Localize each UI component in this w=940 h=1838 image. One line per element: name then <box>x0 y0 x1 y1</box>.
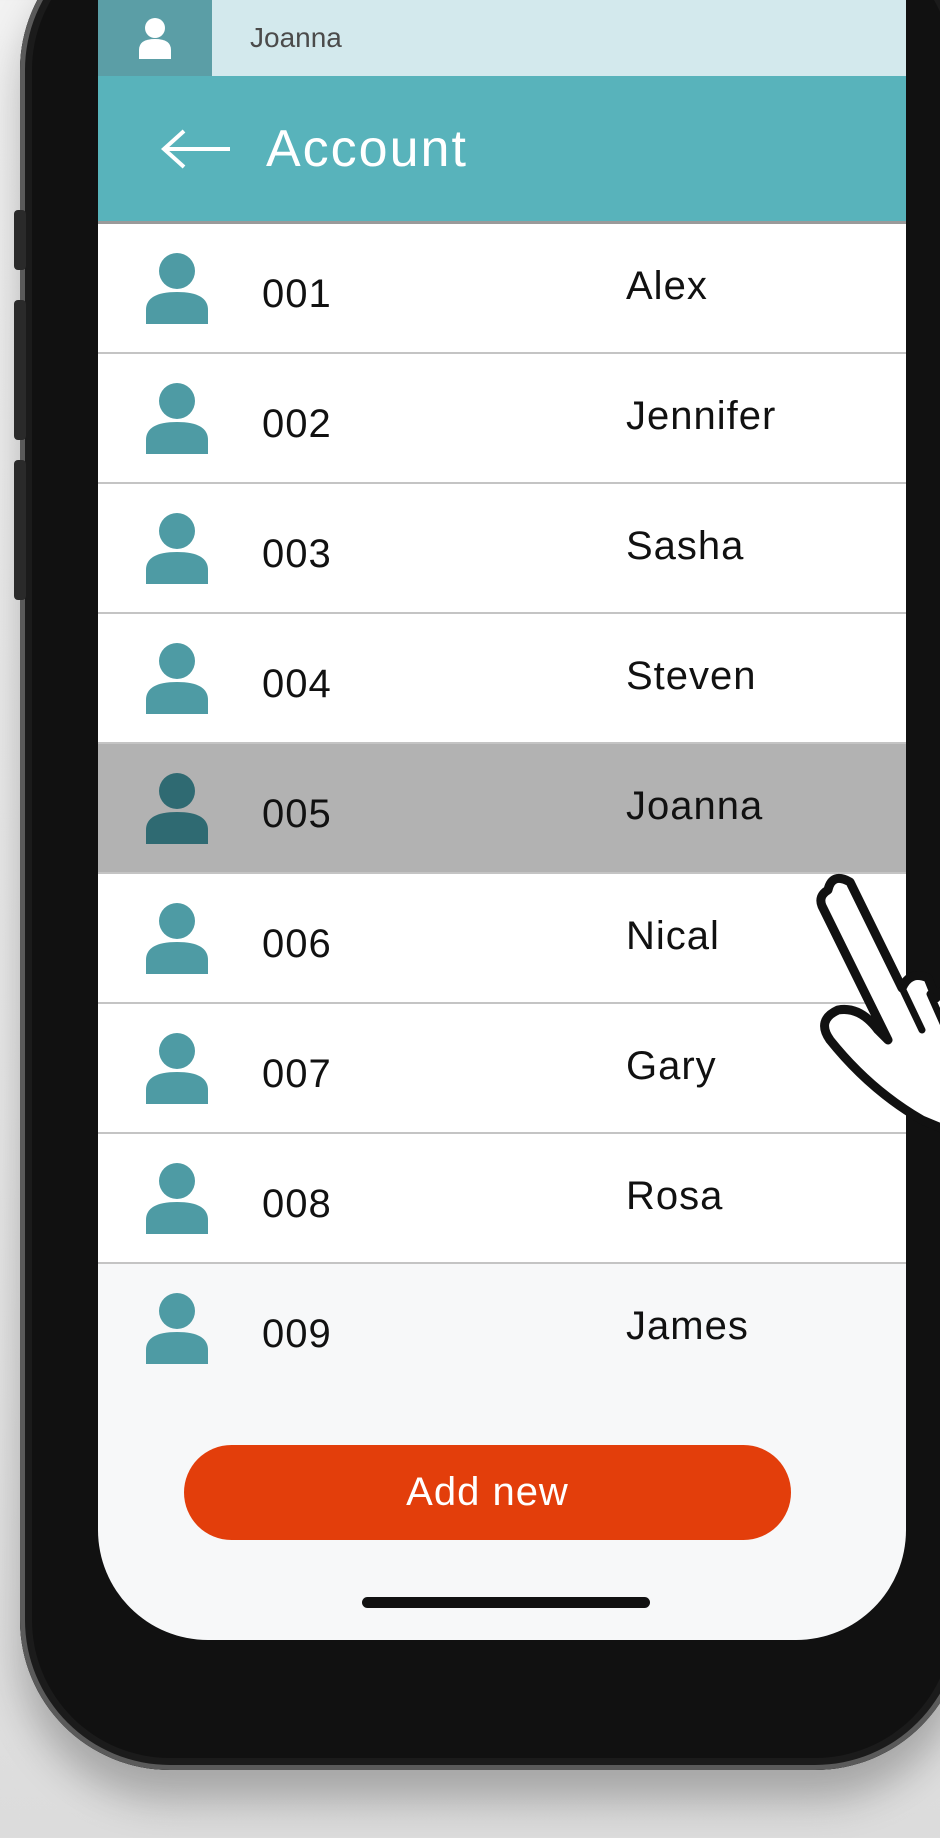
user-icon <box>146 383 208 454</box>
account-row[interactable]: 008 Rosa <box>98 1134 906 1264</box>
account-name: Joanna <box>626 784 764 828</box>
current-user-name: Joanna <box>250 22 342 53</box>
account-id: 006 <box>262 922 332 966</box>
account-name: James <box>626 1304 749 1348</box>
screen: Joanna Account 001 Alex 002 Jennifer 003… <box>98 0 906 1640</box>
account-row[interactable]: 001 Alex <box>98 224 906 354</box>
account-name: Steven <box>626 654 757 698</box>
account-row-selected[interactable]: 005 Joanna <box>98 744 906 874</box>
user-icon <box>146 1163 208 1234</box>
account-name: Jennifer <box>626 394 777 438</box>
account-row[interactable]: 004 Steven <box>98 614 906 744</box>
add-new-button[interactable]: Add new <box>184 1445 791 1540</box>
user-icon <box>146 903 208 974</box>
page-title: Account <box>266 119 468 178</box>
user-bar: Joanna <box>98 0 906 76</box>
user-icon <box>146 513 208 584</box>
home-indicator <box>362 1597 650 1608</box>
account-id: 005 <box>262 792 332 836</box>
user-icon <box>146 1033 208 1104</box>
account-name: Gary <box>626 1044 717 1088</box>
user-icon <box>146 643 208 714</box>
mute-switch <box>14 210 26 270</box>
user-icon <box>146 253 208 324</box>
account-id: 003 <box>262 532 332 576</box>
user-icon <box>146 1293 208 1364</box>
account-row[interactable]: 006 Nical <box>98 874 906 1004</box>
account-id: 008 <box>262 1182 332 1226</box>
account-id: 001 <box>262 272 332 316</box>
account-row[interactable]: 003 Sasha <box>98 484 906 614</box>
account-id: 009 <box>262 1312 332 1356</box>
hand-pointer-icon <box>816 873 940 1133</box>
account-id: 007 <box>262 1052 332 1096</box>
account-row[interactable]: 002 Jennifer <box>98 354 906 484</box>
account-list: 001 Alex 002 Jennifer 003 Sasha 004 Stev… <box>98 224 906 1392</box>
volume-up-button <box>14 300 26 440</box>
app-header: Account <box>98 76 906 224</box>
account-id: 004 <box>262 662 332 706</box>
back-arrow-icon[interactable] <box>160 129 232 169</box>
volume-down-button <box>14 460 26 600</box>
account-name: Alex <box>626 264 708 308</box>
account-row[interactable]: 007 Gary <box>98 1004 906 1134</box>
account-row[interactable]: 009 James <box>98 1264 906 1392</box>
account-name: Nical <box>626 914 720 958</box>
user-icon <box>139 18 171 59</box>
account-name: Sasha <box>626 524 745 568</box>
account-name: Rosa <box>626 1174 724 1218</box>
account-id: 002 <box>262 402 332 446</box>
phone-frame: Joanna Account 001 Alex 002 Jennifer 003… <box>14 0 940 1770</box>
user-icon <box>146 773 208 844</box>
current-user-avatar <box>98 0 212 76</box>
